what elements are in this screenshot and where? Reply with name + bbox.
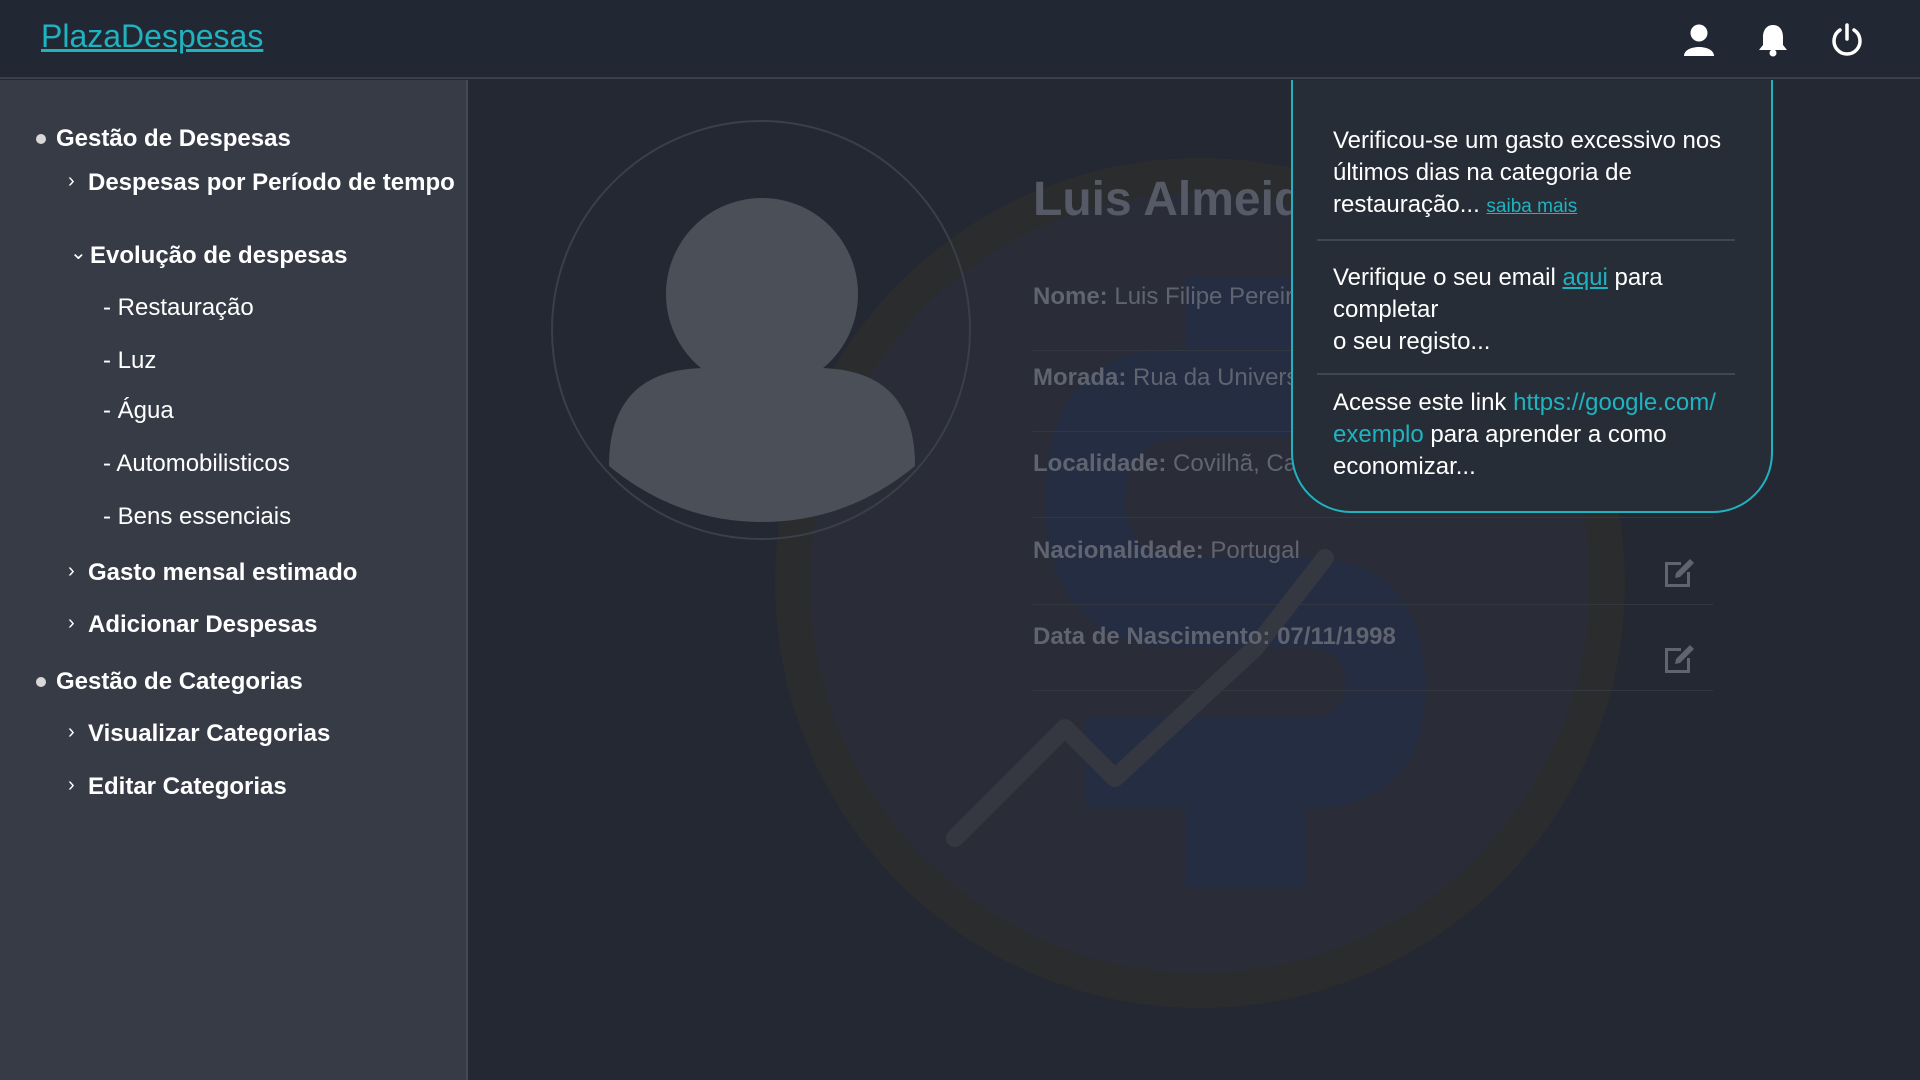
sidebar: Gestão de Despesas › Despesas por Períod… (0, 80, 468, 1080)
sidebar-section-gestao-categorias: Gestão de Categorias (36, 668, 303, 696)
google-link-continuation[interactable]: exemplo (1333, 421, 1424, 448)
email-link[interactable]: aqui (1562, 264, 1607, 291)
sidebar-section-gestao-despesas: Gestão de Despesas (36, 125, 291, 153)
sidebar-subitem-bens-essenciais[interactable]: - Bens essenciais (103, 503, 291, 531)
chevron-right-icon: › (68, 774, 75, 796)
sidebar-item-editar-categorias[interactable]: › Editar Categorias (68, 773, 287, 801)
sidebar-subitem-restauracao[interactable]: - Restauração (103, 294, 254, 322)
edit-icon[interactable] (1661, 554, 1697, 590)
google-link[interactable]: https://google.com/ (1513, 389, 1716, 416)
sidebar-subitem-luz[interactable]: - Luz (103, 347, 156, 375)
bell-icon[interactable] (1751, 18, 1795, 62)
top-navbar: PlazaDespesas (0, 0, 1920, 79)
sidebar-item-gasto-mensal[interactable]: › Gasto mensal estimado (68, 559, 357, 587)
sidebar-item-adicionar-despesas[interactable]: › Adicionar Despesas (68, 611, 317, 639)
profile-field-data-nascimento: Data de Nascimento: 07/11/1998 (1033, 605, 1713, 691)
edit-icon[interactable] (1661, 640, 1697, 676)
bullet-icon (36, 677, 46, 687)
chevron-right-icon: › (68, 721, 75, 743)
notification-item[interactable]: Acesse este link https://google.com/ exe… (1333, 387, 1753, 483)
chevron-right-icon: › (68, 170, 75, 192)
sidebar-item-despesas-periodo[interactable]: › Despesas por Período de tempo (68, 169, 455, 197)
notifications-popover: Verificou-se um gasto excessivo nos últi… (1291, 80, 1773, 513)
sidebar-item-visualizar-categorias[interactable]: › Visualizar Categorias (68, 720, 330, 748)
bullet-icon (36, 134, 46, 144)
saiba-mais-link[interactable]: saiba mais (1486, 196, 1577, 217)
sidebar-item-evolucao-despesas[interactable]: ⌄ Evolução de despesas (70, 242, 347, 270)
chevron-down-icon: ⌄ (70, 242, 87, 264)
notification-item[interactable]: Verificou-se um gasto excessivo nos últi… (1333, 125, 1753, 223)
power-icon[interactable] (1825, 18, 1869, 62)
notification-item[interactable]: Verifique o seu email aqui para completa… (1333, 262, 1753, 358)
chevron-right-icon: › (68, 560, 75, 582)
profile-field-nacionalidade: Nacionalidade: Portugal (1033, 519, 1713, 605)
chevron-right-icon: › (68, 612, 75, 634)
avatar-icon (609, 198, 915, 522)
sidebar-subitem-agua[interactable]: - Água (103, 397, 174, 425)
sidebar-subitem-automobilisticos[interactable]: - Automobilisticos (103, 450, 290, 478)
notification-divider (1317, 373, 1735, 375)
brand-link[interactable]: PlazaDespesas (41, 18, 263, 55)
user-icon[interactable] (1677, 18, 1721, 62)
profile-name: Luis Almeida (1033, 173, 1330, 226)
notification-divider (1317, 239, 1735, 241)
